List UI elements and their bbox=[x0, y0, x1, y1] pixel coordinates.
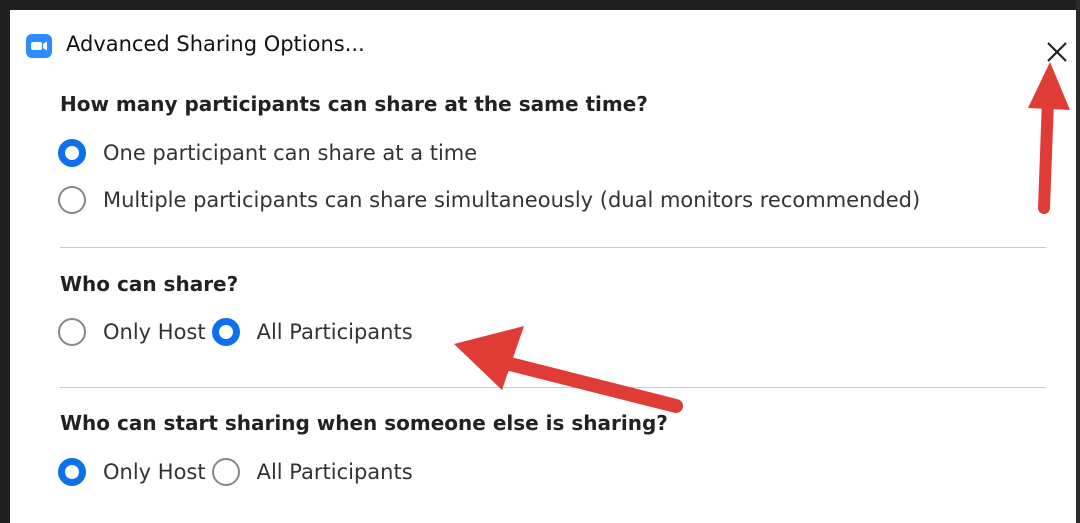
radio-button-share-only-host[interactable] bbox=[58, 318, 86, 346]
radio-label-multiple-participants[interactable]: Multiple participants can share simultan… bbox=[103, 188, 920, 212]
close-icon bbox=[1047, 42, 1067, 62]
window-border-left bbox=[0, 0, 10, 523]
annotation-arrow-close bbox=[1028, 62, 1070, 214]
radio-label-share-only-host[interactable]: Only Host bbox=[103, 320, 206, 344]
annotation-arrow-all-participants bbox=[454, 326, 683, 413]
radio-button-one-participant[interactable] bbox=[58, 139, 86, 167]
radio-group-start-sharing: Only Host All Participants bbox=[58, 455, 413, 489]
section-heading-share-count: How many participants can share at the s… bbox=[60, 92, 648, 116]
radio-button-start-only-host[interactable] bbox=[58, 458, 86, 486]
section-heading-who-can-share: Who can share? bbox=[60, 272, 239, 296]
window-border-top bbox=[0, 0, 1080, 10]
radio-label-share-all-participants[interactable]: All Participants bbox=[257, 320, 413, 344]
radio-label-start-only-host[interactable]: Only Host bbox=[103, 460, 206, 484]
advanced-sharing-dialog: Advanced Sharing Options... How many par… bbox=[0, 0, 1080, 523]
window-border-right bbox=[1076, 0, 1080, 523]
radio-option-one-participant[interactable]: One participant can share at a time bbox=[58, 136, 477, 170]
radio-group-who-can-share: Only Host All Participants bbox=[58, 315, 413, 349]
divider bbox=[60, 387, 1046, 388]
divider bbox=[60, 247, 1046, 248]
dialog-title: Advanced Sharing Options... bbox=[66, 32, 365, 56]
title-bar: Advanced Sharing Options... bbox=[10, 10, 1076, 72]
close-button[interactable] bbox=[1040, 36, 1074, 70]
radio-label-start-all-participants[interactable]: All Participants bbox=[257, 460, 413, 484]
zoom-app-icon bbox=[26, 34, 52, 58]
radio-button-share-all-participants[interactable] bbox=[211, 318, 240, 346]
radio-option-multiple-participants[interactable]: Multiple participants can share simultan… bbox=[58, 183, 920, 217]
section-heading-start-sharing: Who can start sharing when someone else … bbox=[60, 411, 668, 435]
radio-button-start-all-participants[interactable] bbox=[211, 458, 240, 486]
radio-button-multiple-participants[interactable] bbox=[58, 186, 86, 214]
radio-label-one-participant[interactable]: One participant can share at a time bbox=[103, 141, 477, 165]
